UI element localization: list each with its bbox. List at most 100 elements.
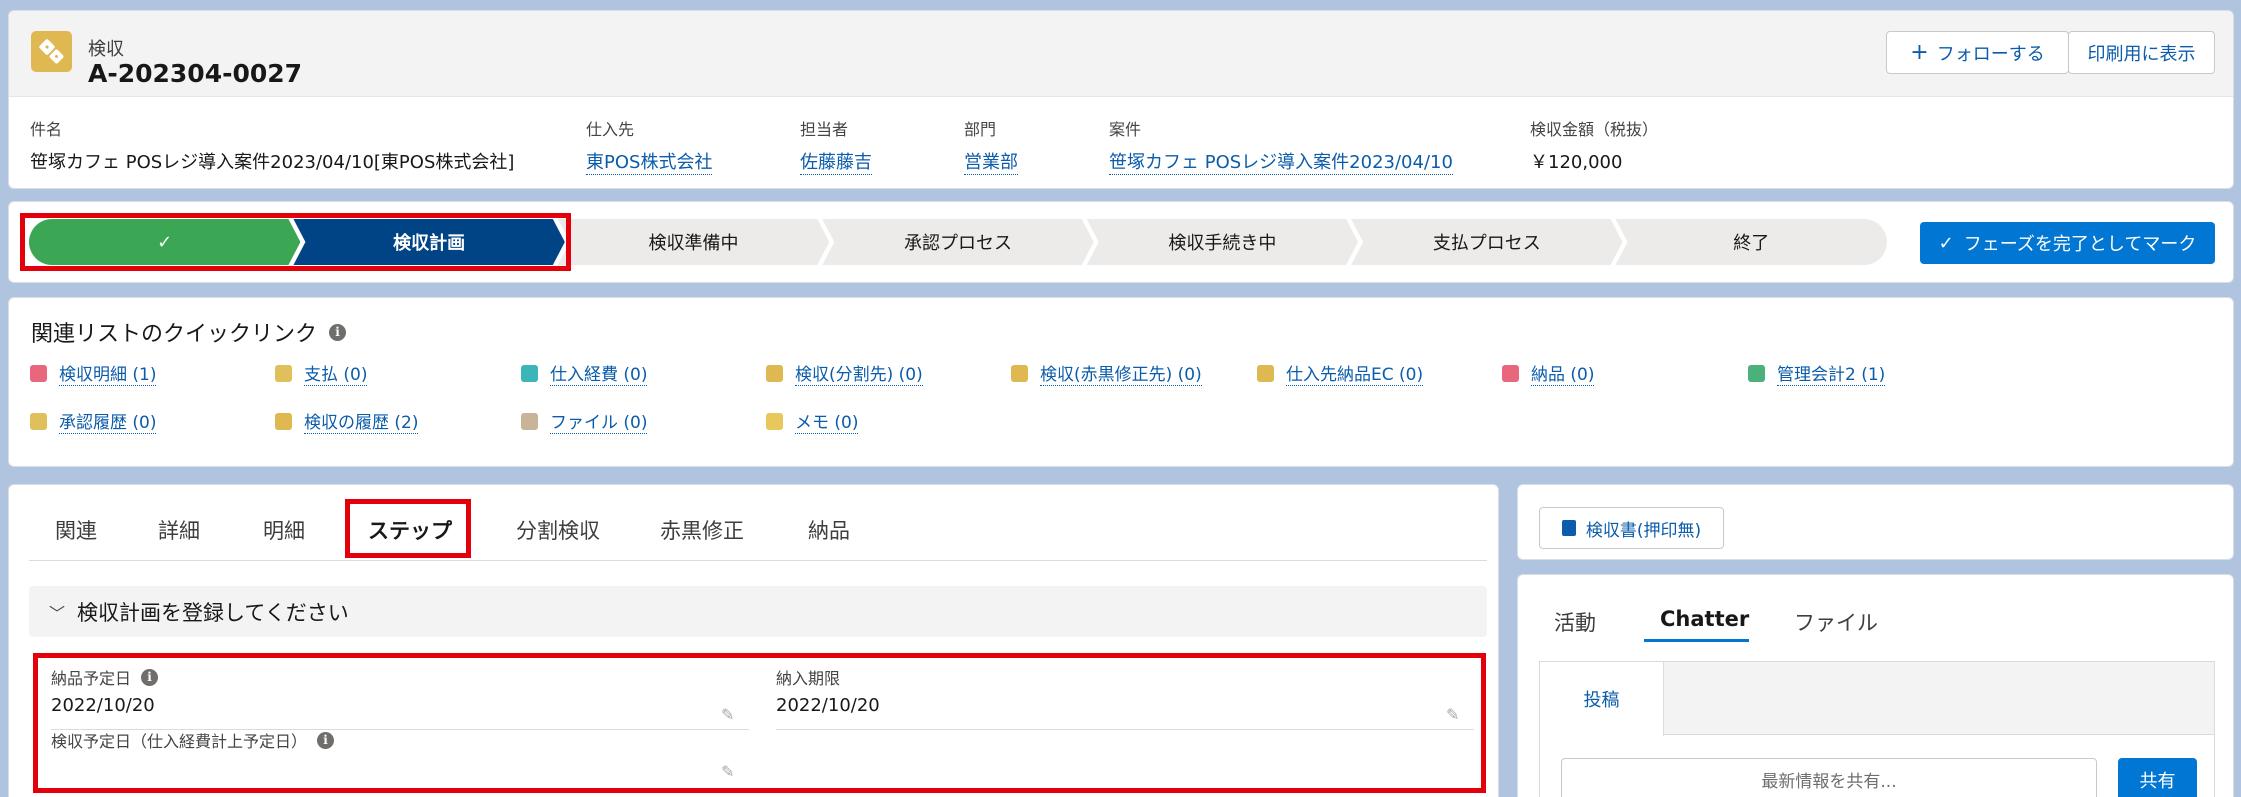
department-label: 部門: [964, 120, 997, 139]
path-step-procedure[interactable]: 検収手続き中: [1087, 219, 1358, 265]
info-icon[interactable]: i: [329, 323, 347, 341]
object-type-label: 検収: [88, 39, 124, 60]
header-title-bar: 検収 A-202304-0027 + フォローする 印刷用に表示: [9, 11, 2233, 97]
tab-files[interactable]: ファイル: [1794, 607, 1878, 637]
check-icon: ✓: [1938, 232, 1954, 254]
record-name: A-202304-0027: [88, 59, 303, 88]
project-link[interactable]: 笹塚カフェ POSレジ導入案件2023/04/10: [1109, 148, 1453, 175]
deliveries-icon: [1502, 364, 1519, 382]
print-button-label: 印刷用に表示: [2087, 43, 2196, 65]
inspection-history-icon: [275, 412, 292, 430]
tab-correction[interactable]: 赤黒修正: [660, 515, 744, 545]
management-accounting-icon: [1748, 364, 1765, 382]
tab-split-inspection[interactable]: 分割検収: [516, 515, 600, 545]
inspection-date-label: 検収予定日（仕入経費計上予定日）: [51, 732, 308, 751]
quick-link-approval-history[interactable]: 承認履歴 (0): [30, 408, 157, 434]
highlight-project: 案件 笹塚カフェ POSレジ導入案件2023/04/10: [1109, 116, 1453, 175]
quick-link-management-accounting[interactable]: 管理会計2 (1): [1748, 360, 1886, 386]
active-tab-indicator: [1644, 639, 1749, 642]
quick-link-label: 仕入経費 (0): [550, 360, 648, 386]
quick-link-inspection-history[interactable]: 検収の履歴 (2): [275, 408, 419, 434]
highlight-department: 部門 営業部: [964, 116, 1018, 175]
quick-link-files[interactable]: ファイル (0): [521, 408, 648, 434]
section-toggle[interactable]: ﹀ 検収計画を登録してください: [29, 586, 1487, 637]
quick-link-label: 検収の履歴 (2): [304, 408, 419, 434]
quick-link-label: 承認履歴 (0): [59, 408, 157, 434]
owner-link[interactable]: 佐藤藤吉: [800, 148, 872, 175]
quick-link-payments[interactable]: 支払 (0): [275, 360, 368, 386]
edit-pencil-icon[interactable]: ✎: [1446, 705, 1459, 724]
quick-link-notes[interactable]: メモ (0): [766, 408, 859, 434]
mark-complete-label: フェーズを完了としてマーク: [1963, 234, 2197, 255]
edit-pencil-icon[interactable]: ✎: [721, 705, 734, 724]
publisher-tab-post[interactable]: 投稿: [1540, 662, 1664, 736]
quick-link-purchase-expenses[interactable]: 仕入経費 (0): [521, 360, 648, 386]
quick-link-label: メモ (0): [795, 408, 859, 434]
quick-link-label: ファイル (0): [550, 408, 648, 434]
quick-links-title-text: 関連リストのクイックリンク: [31, 322, 318, 347]
path-step-preparing[interactable]: 検収準備中: [558, 219, 829, 265]
related-quick-links-card: 関連リストのクイックリンク i 検収明細 (1) 支払 (0) 仕入経費 (0) 検収…: [8, 297, 2234, 467]
record-header: 検収 A-202304-0027 + フォローする 印刷用に表示 件名 笹塚カフ…: [8, 10, 2234, 189]
quick-link-supplier-delivery-ec[interactable]: 仕入先納品EC (0): [1257, 360, 1424, 386]
files-icon: [521, 412, 538, 430]
quick-link-inspection-details[interactable]: 検収明細 (1): [30, 360, 157, 386]
plus-icon: +: [1910, 39, 1929, 65]
highlight-amount: 検収金額（税抜） ￥120,000: [1530, 116, 1658, 174]
share-button[interactable]: 共有: [2118, 758, 2197, 797]
fields-annotation-box: [33, 653, 1486, 793]
path-step-closed[interactable]: 終了: [1615, 219, 1887, 265]
department-link[interactable]: 営業部: [964, 148, 1018, 175]
quick-link-label: 検収(赤黒修正先) (0): [1040, 360, 1202, 386]
highlight-owner: 担当者 佐藤藤吉: [800, 116, 872, 175]
tab-details[interactable]: 詳細: [158, 515, 200, 545]
quick-link-label: 納品 (0): [1531, 360, 1595, 386]
supplier-delivery-ec-icon: [1257, 364, 1274, 382]
feed-card: 活動 Chatter ファイル 投稿 最新情報を共有... 共有: [1517, 574, 2234, 797]
field-deadline: 納入期限 2022/10/20 ✎: [776, 665, 1474, 730]
chevron-down-icon: ﹀: [49, 603, 66, 623]
tab-activity[interactable]: 活動: [1554, 607, 1596, 637]
inspection-correction-icon: [1011, 364, 1028, 382]
tab-annotation-box: [345, 499, 471, 558]
quick-link-label: 検収明細 (1): [59, 360, 157, 386]
inspection-split-icon: [766, 364, 783, 382]
supplier-link[interactable]: 東POS株式会社: [586, 148, 713, 175]
payments-icon: [275, 364, 292, 382]
tab-line-items[interactable]: 明細: [263, 515, 305, 545]
mark-stage-complete-button[interactable]: ✓ フェーズを完了としてマーク: [1920, 222, 2215, 264]
quick-link-label: 支払 (0): [304, 360, 368, 386]
tab-chatter[interactable]: Chatter: [1660, 607, 1749, 631]
follow-button[interactable]: + フォローする: [1886, 31, 2069, 74]
action-button-card: 検収書(押印無): [1517, 484, 2234, 560]
edit-pencil-icon[interactable]: ✎: [721, 762, 734, 781]
deadline-label: 納入期限: [776, 669, 841, 688]
highlight-supplier: 仕入先 東POS株式会社: [586, 116, 713, 175]
delivery-date-label: 納品予定日: [51, 669, 132, 688]
inspection-document-label: 検収書(押印無): [1585, 520, 1702, 541]
printable-view-button[interactable]: 印刷用に表示: [2068, 31, 2215, 74]
path-annotation-box: [20, 213, 571, 271]
approval-history-icon: [30, 412, 47, 430]
quick-link-inspection-correction[interactable]: 検収(赤黒修正先) (0): [1011, 360, 1202, 386]
path-step-approval[interactable]: 承認プロセス: [822, 219, 1093, 265]
project-label: 案件: [1109, 120, 1142, 139]
info-icon[interactable]: i: [141, 668, 159, 686]
inspection-document-button[interactable]: 検収書(押印無): [1539, 507, 1724, 549]
share-update-input[interactable]: 最新情報を共有...: [1561, 758, 2097, 797]
tab-related[interactable]: 関連: [55, 515, 97, 545]
field-delivery-date: 納品予定日 i 2022/10/20 ✎: [51, 665, 749, 730]
subject-value: 笹塚カフェ POSレジ導入案件2023/04/10[東POS株式会社]: [30, 152, 515, 173]
quick-link-label: 管理会計2 (1): [1777, 360, 1886, 386]
highlight-subject: 件名 笹塚カフェ POSレジ導入案件2023/04/10[東POS株式会社]: [30, 116, 514, 174]
owner-label: 担当者: [800, 120, 849, 139]
main-tabset-card: 関連 詳細 明細 ステップ 分割検収 赤黒修正 納品 ﹀ 検収計画を登録してくだ…: [8, 484, 1499, 797]
amount-label: 検収金額（税抜）: [1530, 120, 1659, 139]
inspection-object-icon: [31, 31, 72, 72]
path-step-payment[interactable]: 支払プロセス: [1351, 219, 1622, 265]
deadline-value: 2022/10/20: [776, 695, 880, 716]
quick-link-deliveries[interactable]: 納品 (0): [1502, 360, 1595, 386]
info-icon[interactable]: i: [317, 731, 335, 749]
tab-delivery[interactable]: 納品: [808, 515, 850, 545]
quick-link-inspection-split[interactable]: 検収(分割先) (0): [766, 360, 923, 386]
